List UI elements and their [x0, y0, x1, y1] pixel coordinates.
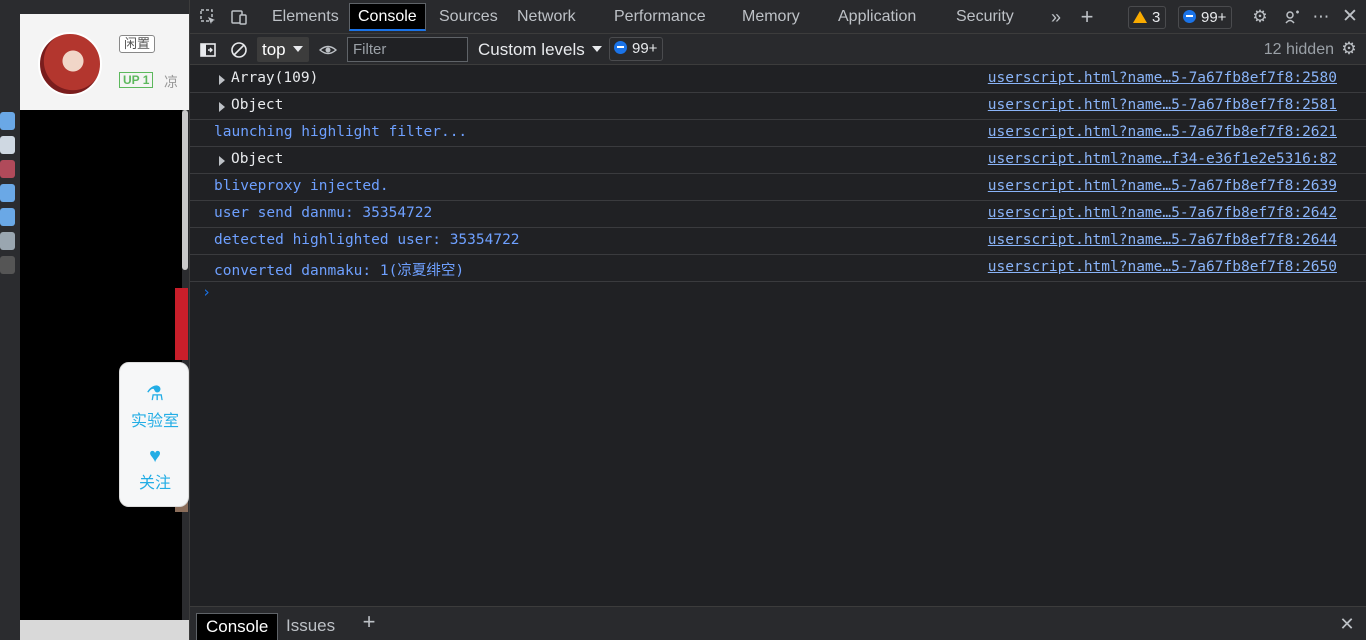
devtools-panel: Elements Console Sources Network Perform…	[189, 0, 1366, 640]
tab-console[interactable]: Console	[349, 3, 426, 31]
source-link[interactable]: userscript.html?name…5-7a67fb8ef7f8:2639	[988, 178, 1337, 194]
source-link[interactable]: userscript.html?name…5-7a67fb8ef7f8:2642	[988, 205, 1337, 221]
device-toolbar-icon[interactable]	[230, 8, 248, 26]
log-levels-label: Custom levels	[478, 40, 585, 59]
devtools-drawer: Console Issues + ✕	[190, 606, 1366, 640]
more-options-icon[interactable]: ⋯	[1312, 8, 1330, 26]
sidebar-toggle-icon[interactable]	[199, 41, 217, 59]
settings-gear-icon[interactable]: ⚙	[1251, 8, 1269, 26]
inspect-element-icon[interactable]	[199, 8, 217, 26]
page-scrollbar[interactable]	[182, 110, 188, 270]
expand-triangle-icon[interactable]	[219, 156, 225, 166]
messages-badge[interactable]: 99+	[1178, 6, 1233, 29]
tab-network[interactable]: Network	[509, 3, 584, 31]
console-message[interactable]: Array(109)	[231, 70, 318, 86]
source-link[interactable]: userscript.html?name…5-7a67fb8ef7f8:2621	[988, 124, 1337, 140]
console-message: user send danmu: 35354722	[214, 205, 433, 221]
webpage-partial: 闲置 UP 1 凉 ⚗ 实验室 ♥ 关注	[0, 0, 189, 640]
more-tabs-icon[interactable]: »	[1047, 8, 1065, 26]
console-message: bliveproxy injected.	[214, 178, 389, 194]
chevron-down-icon	[591, 46, 602, 52]
console-row[interactable]: detected highlighted user: 35354722 user…	[190, 228, 1366, 255]
console-row[interactable]: Object userscript.html?name…5-7a67fb8ef7…	[190, 93, 1366, 120]
add-panel-icon[interactable]: +	[1078, 6, 1096, 28]
console-row[interactable]: Array(109) userscript.html?name…5-7a67fb…	[190, 66, 1366, 93]
context-value: top	[262, 40, 286, 59]
console-message[interactable]: Object	[231, 97, 283, 113]
hidden-messages-count: 12 hidden	[1263, 41, 1334, 58]
tab-performance[interactable]: Performance	[606, 3, 714, 31]
customize-icon[interactable]	[1283, 8, 1301, 26]
console-row[interactable]: converted danmaku: 1(凉夏绯空) userscript.ht…	[190, 255, 1366, 282]
streamer-avatar[interactable]	[38, 32, 102, 96]
side-app-icon[interactable]	[0, 184, 15, 202]
filter-input[interactable]	[347, 37, 468, 62]
chevron-down-icon	[292, 46, 303, 52]
add-drawer-tab-icon[interactable]: +	[360, 611, 378, 633]
side-app-icon[interactable]	[0, 208, 15, 226]
tab-application[interactable]: Application	[830, 3, 924, 31]
lab-button[interactable]: ⚗ 实验室	[120, 383, 189, 431]
source-link[interactable]: userscript.html?name…5-7a67fb8ef7f8:2644	[988, 232, 1337, 248]
side-icon-column	[0, 112, 16, 280]
follow-button[interactable]: ♥ 关注	[120, 445, 189, 493]
side-app-icon[interactable]	[0, 232, 15, 250]
follow-label: 关注	[138, 475, 171, 492]
tab-elements[interactable]: Elements	[264, 3, 347, 31]
live-expression-eye-icon[interactable]	[318, 41, 338, 59]
tab-memory[interactable]: Memory	[734, 3, 808, 31]
console-prompt-line[interactable]: ›	[190, 282, 1366, 306]
warnings-badge[interactable]: 3	[1128, 6, 1167, 29]
up-badge: UP 1	[119, 72, 154, 88]
toolbar-messages-badge[interactable]: 99+	[609, 37, 664, 61]
console-message: converted danmaku: 1(凉夏绯空)	[214, 263, 465, 279]
console-message[interactable]: Object	[231, 151, 283, 167]
log-levels-dropdown[interactable]: Custom levels	[478, 37, 602, 62]
message-icon	[614, 41, 627, 54]
close-drawer-icon[interactable]: ✕	[1338, 615, 1356, 633]
tab-security[interactable]: Security	[948, 3, 1022, 31]
up-name-fragment: 凉	[164, 74, 178, 90]
tab-sources[interactable]: Sources	[431, 3, 506, 31]
flask-icon: ⚗	[146, 383, 164, 405]
side-add-icon[interactable]	[0, 256, 15, 274]
context-selector[interactable]: top	[257, 37, 309, 62]
warnings-count: 3	[1152, 9, 1161, 26]
side-app-icon[interactable]	[0, 136, 15, 154]
expand-triangle-icon[interactable]	[219, 75, 225, 85]
page-footer-strip	[20, 620, 189, 640]
expand-triangle-icon[interactable]	[219, 102, 225, 112]
console-toolbar: top Custom levels 99+ 12 hidden ⚙	[190, 34, 1366, 65]
lab-label: 实验室	[130, 413, 179, 430]
source-link[interactable]: userscript.html?name…f34-e36f1e2e5316:82	[988, 151, 1337, 167]
heart-icon: ♥	[149, 445, 161, 467]
source-link[interactable]: userscript.html?name…5-7a67fb8ef7f8:2581	[988, 97, 1337, 113]
console-row[interactable]: bliveproxy injected. userscript.html?nam…	[190, 174, 1366, 201]
console-message: detected highlighted user: 35354722	[214, 232, 520, 248]
console-row[interactable]: user send danmu: 35354722 userscript.htm…	[190, 201, 1366, 228]
devtools-tabbar: Elements Console Sources Network Perform…	[190, 0, 1366, 34]
console-message: launching highlight filter...	[214, 124, 468, 140]
close-devtools-icon[interactable]: ✕	[1341, 7, 1359, 26]
floating-menu: ⚗ 实验室 ♥ 关注	[119, 362, 189, 507]
console-row[interactable]: launching highlight filter... userscript…	[190, 120, 1366, 147]
console-settings-gear-icon[interactable]: ⚙	[1340, 40, 1358, 58]
console-prompt-icon: ›	[202, 283, 212, 301]
messages-count: 99+	[1201, 9, 1227, 26]
status-tag: 闲置	[119, 35, 156, 53]
banner-fragment	[175, 288, 188, 360]
side-app-icon[interactable]	[0, 112, 15, 130]
drawer-tab-issues[interactable]: Issues	[277, 613, 344, 640]
clear-console-icon[interactable]	[230, 41, 248, 59]
side-app-icon[interactable]	[0, 160, 15, 178]
console-output: Array(109) userscript.html?name…5-7a67fb…	[190, 66, 1366, 606]
toolbar-messages-count: 99+	[632, 40, 658, 57]
source-link[interactable]: userscript.html?name…5-7a67fb8ef7f8:2650	[988, 259, 1337, 275]
console-row[interactable]: Object userscript.html?name…f34-e36f1e2e…	[190, 147, 1366, 174]
drawer-tab-console[interactable]: Console	[196, 613, 279, 640]
message-icon	[1183, 10, 1196, 23]
source-link[interactable]: userscript.html?name…5-7a67fb8ef7f8:2580	[988, 70, 1337, 86]
warning-icon	[1133, 11, 1147, 23]
